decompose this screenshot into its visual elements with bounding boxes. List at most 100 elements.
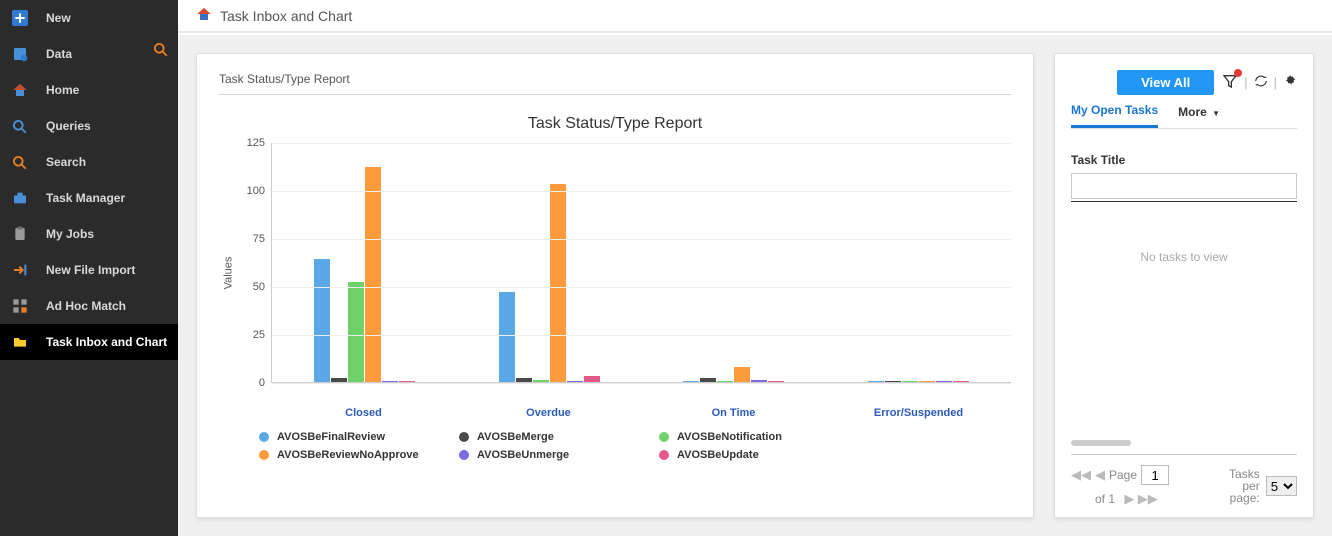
search-orange-icon — [12, 153, 34, 171]
bar[interactable] — [953, 381, 969, 382]
sidebar-item-label: Data — [46, 47, 72, 61]
view-all-button[interactable]: View All — [1117, 70, 1214, 95]
home-icon — [12, 81, 34, 99]
bar[interactable] — [751, 380, 767, 382]
task-inbox-panel: View All | | My Open Tasks More ▼ — [1054, 53, 1314, 518]
bar[interactable] — [919, 381, 935, 382]
bar[interactable] — [683, 381, 699, 382]
gear-icon[interactable] — [1283, 74, 1297, 91]
pager-prev-icon[interactable]: ◀ — [1095, 467, 1105, 483]
chart-ylabel: Values — [219, 143, 237, 403]
folder-icon — [12, 333, 34, 351]
sidebar-item-label: New — [46, 11, 71, 25]
legend-swatch — [259, 432, 269, 442]
sidebar-item-label: Queries — [46, 119, 91, 133]
filter-alert-dot — [1234, 69, 1242, 77]
pager-last-icon[interactable]: ▶▶ — [1138, 491, 1158, 506]
pager-page-input[interactable] — [1141, 465, 1169, 485]
page-title: Task Inbox and Chart — [220, 8, 352, 24]
bar[interactable] — [382, 381, 398, 382]
content-area: Task Status/Type Report Task Status/Type… — [178, 35, 1332, 536]
chart-xaxis: ClosedOverdueOn TimeError/Suspended — [271, 407, 1011, 419]
bar[interactable] — [499, 292, 515, 382]
sidebar-item-label: Task Manager — [46, 191, 125, 205]
home-icon — [196, 6, 212, 25]
legend-swatch — [459, 432, 469, 442]
bar[interactable] — [365, 167, 381, 382]
tabs-row: My Open Tasks More ▼ — [1071, 103, 1297, 129]
sidebar-item-new[interactable]: New — [0, 0, 178, 36]
chart: Values 0255075100125 — [219, 143, 1011, 403]
legend-item[interactable]: AVOSBeNotification — [659, 431, 819, 443]
briefcase-icon — [12, 189, 34, 207]
tab-more[interactable]: More ▼ — [1178, 105, 1220, 127]
xaxis-label: Error/Suspended — [826, 407, 1011, 419]
sidebar-item-label: My Jobs — [46, 227, 94, 241]
bar[interactable] — [885, 381, 901, 382]
sidebar-item-task-manager[interactable]: Task Manager — [0, 180, 178, 216]
xaxis-label: Closed — [271, 407, 456, 419]
sidebar-item-search[interactable]: Search — [0, 144, 178, 180]
bar[interactable] — [700, 378, 716, 382]
bar[interactable] — [717, 381, 733, 382]
sidebar-item-ad-hoc-match[interactable]: Ad Hoc Match — [0, 288, 178, 324]
horizontal-scrollbar[interactable] — [1071, 440, 1131, 446]
sidebar-item-label: Task Inbox and Chart — [46, 335, 167, 349]
bar[interactable] — [550, 184, 566, 382]
tab-my-open-tasks[interactable]: My Open Tasks — [1071, 103, 1158, 128]
bar[interactable] — [533, 380, 549, 382]
pager-next-icon[interactable]: ▶ — [1124, 491, 1134, 506]
sidebar-item-my-jobs[interactable]: My Jobs — [0, 216, 178, 252]
pager-of-text: of 1 — [1095, 492, 1115, 506]
bar-group — [272, 143, 457, 382]
bar-group — [642, 143, 827, 382]
chevron-down-icon: ▼ — [1212, 109, 1220, 118]
xaxis-label: Overdue — [456, 407, 641, 419]
bar[interactable] — [868, 381, 884, 382]
legend-item[interactable]: AVOSBeReviewNoApprove — [259, 449, 419, 461]
bar[interactable] — [768, 381, 784, 382]
chart-plot — [271, 143, 1011, 383]
pager: ◀◀ ◀ Page of 1 ▶ ▶▶ Tasks per page: 5 — [1071, 454, 1297, 507]
refresh-icon[interactable] — [1254, 74, 1268, 91]
task-title-input[interactable] — [1071, 173, 1297, 199]
sidebar-item-home[interactable]: Home — [0, 72, 178, 108]
legend-swatch — [259, 450, 269, 460]
bar-group — [826, 143, 1011, 382]
pager-page-label: Page — [1109, 468, 1137, 482]
sidebar-item-new-file-import[interactable]: New File Import — [0, 252, 178, 288]
legend-item[interactable]: AVOSBeUnmerge — [459, 449, 619, 461]
sidebar-item-label: Ad Hoc Match — [46, 299, 126, 313]
legend-swatch — [659, 432, 669, 442]
bar[interactable] — [399, 381, 415, 382]
bar-group — [457, 143, 642, 382]
bar[interactable] — [348, 282, 364, 382]
no-tasks-text: No tasks to view — [1071, 250, 1297, 264]
legend-item[interactable]: AVOSBeMerge — [459, 431, 619, 443]
plus-icon — [12, 9, 34, 27]
bar[interactable] — [331, 378, 347, 382]
sidebar-item-label: New File Import — [46, 263, 135, 277]
bar[interactable] — [734, 367, 750, 382]
bar[interactable] — [584, 376, 600, 382]
tasks-per-page-select[interactable]: 5 — [1266, 476, 1297, 496]
bar[interactable] — [567, 381, 583, 382]
bar[interactable] — [902, 381, 918, 382]
legend-item[interactable]: AVOSBeUpdate — [659, 449, 819, 461]
chart-panel: Task Status/Type Report Task Status/Type… — [196, 53, 1034, 518]
search-blue-icon — [12, 117, 34, 135]
sidebar-item-data[interactable]: Data — [0, 36, 178, 72]
sidebar-item-task-inbox-and-chart[interactable]: Task Inbox and Chart — [0, 324, 178, 360]
sidebar-item-queries[interactable]: Queries — [0, 108, 178, 144]
sidebar-search-icon[interactable] — [153, 42, 168, 62]
bar[interactable] — [516, 378, 532, 382]
sidebar: New Data Home Queries Search Task Manager My J… — [0, 0, 178, 536]
filter-icon[interactable] — [1222, 73, 1238, 92]
bar[interactable] — [314, 259, 330, 382]
legend-item[interactable]: AVOSBeFinalReview — [259, 431, 419, 443]
grid-icon — [12, 297, 34, 315]
pager-first-icon[interactable]: ◀◀ — [1071, 467, 1091, 483]
sidebar-item-label: Home — [46, 83, 79, 97]
import-icon — [12, 261, 34, 279]
bar[interactable] — [936, 381, 952, 382]
